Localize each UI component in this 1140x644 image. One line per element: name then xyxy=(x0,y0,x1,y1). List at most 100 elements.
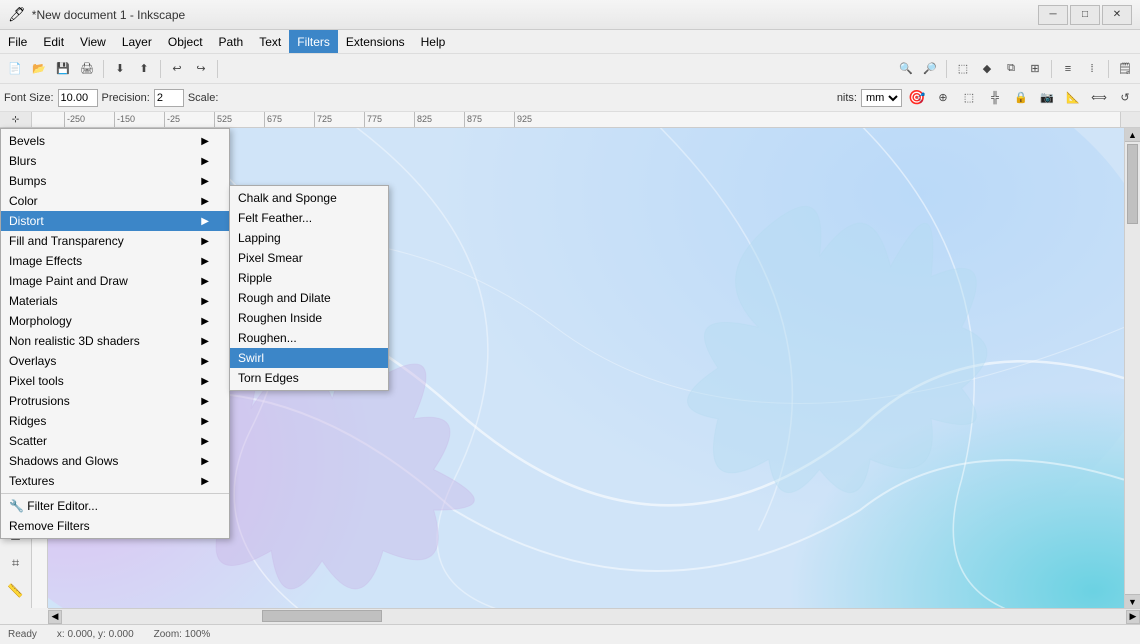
right-scrollbar[interactable]: ▲ ▼ xyxy=(1124,128,1140,608)
menu-image-paint-draw[interactable]: Image Paint and Draw ▶ xyxy=(1,271,229,291)
ruler-tick: 725 xyxy=(314,112,364,127)
import-button[interactable]: ⬇ xyxy=(109,58,131,80)
main-area: ↖ ⬡ 🔍 ▭ ○ ★ ✏ 🖊 ✒ T ▨ 🪣 💉 💨 ◻ ⌗ 📏 -2 0 2… xyxy=(0,128,1140,608)
spiral-button[interactable]: ↺ xyxy=(1114,87,1136,109)
menu-distort[interactable]: Distort ▶ xyxy=(1,211,229,231)
separator-2 xyxy=(160,60,161,78)
xml-button[interactable]: 🗒 xyxy=(1114,58,1136,80)
titlebar-controls: ─ □ ✕ xyxy=(1038,5,1132,25)
filters-dropdown[interactable]: Bevels ▶ Blurs ▶ Bumps ▶ Color ▶ Distort… xyxy=(0,128,230,539)
menu-blurs[interactable]: Blurs ▶ xyxy=(1,151,229,171)
menu-bumps[interactable]: Bumps ▶ xyxy=(1,171,229,191)
nodes-button[interactable]: ◆ xyxy=(976,58,998,80)
camera-button[interactable]: 📷 xyxy=(1036,87,1058,109)
distort-chalk-sponge[interactable]: Chalk and Sponge xyxy=(230,188,388,208)
menu-path[interactable]: Path xyxy=(211,30,252,53)
menu-fill-transparency[interactable]: Fill and Transparency ▶ xyxy=(1,231,229,251)
ruler-tick: 875 xyxy=(464,112,514,127)
precision-input[interactable] xyxy=(154,89,184,107)
scroll-left-button[interactable]: ◀ xyxy=(48,610,62,624)
menu-help[interactable]: Help xyxy=(413,30,454,53)
statusbar: Ready x: 0.000, y: 0.000 Zoom: 100% xyxy=(0,624,1140,644)
snap-guide-button[interactable]: ╬ xyxy=(984,87,1006,109)
app-icon: 🖊 xyxy=(8,6,26,23)
zoom-in-button[interactable]: 🔍 xyxy=(895,58,917,80)
hscroll-thumb[interactable] xyxy=(262,610,382,622)
distort-pixel-smear[interactable]: Pixel Smear xyxy=(230,248,388,268)
menu-overlays[interactable]: Overlays ▶ xyxy=(1,351,229,371)
menu-image-effects[interactable]: Image Effects ▶ xyxy=(1,251,229,271)
distort-lapping[interactable]: Lapping xyxy=(230,228,388,248)
menu-extensions[interactable]: Extensions xyxy=(338,30,413,53)
menu-shadows-glows[interactable]: Shadows and Glows ▶ xyxy=(1,451,229,471)
precision-label: Precision: xyxy=(102,92,150,104)
open-button[interactable]: 📂 xyxy=(28,58,50,80)
distort-roughen[interactable]: Roughen... xyxy=(230,328,388,348)
align-button[interactable]: ≡ xyxy=(1057,58,1079,80)
titlebar-left: 🖊 *New document 1 - Inkscape xyxy=(8,6,185,23)
guide-button[interactable]: ⟺ xyxy=(1088,87,1110,109)
connector-tool[interactable]: ⌗ xyxy=(3,550,29,576)
snap-nodes-button[interactable]: ⊕ xyxy=(932,87,954,109)
print-button[interactable]: 🖨 xyxy=(76,58,98,80)
scroll-track[interactable] xyxy=(1125,142,1140,594)
menu-color[interactable]: Color ▶ xyxy=(1,191,229,211)
zoom-out-button[interactable]: 🔎 xyxy=(919,58,941,80)
menu-scatter[interactable]: Scatter ▶ xyxy=(1,431,229,451)
scroll-thumb[interactable] xyxy=(1127,144,1138,224)
menu-morphology[interactable]: Morphology ▶ xyxy=(1,311,229,331)
scroll-right-button[interactable]: ▶ xyxy=(1126,610,1140,624)
hscroll-track[interactable] xyxy=(62,609,1126,624)
new-button[interactable]: 📄 xyxy=(4,58,26,80)
scroll-up-button[interactable]: ▲ xyxy=(1125,128,1140,142)
menu-protrusions[interactable]: Protrusions ▶ xyxy=(1,391,229,411)
menu-text[interactable]: Text xyxy=(251,30,289,53)
ungroup-button[interactable]: ⊞ xyxy=(1024,58,1046,80)
menu-filter-editor[interactable]: 🔧 Filter Editor... xyxy=(1,496,229,516)
redo-button[interactable]: ↪ xyxy=(190,58,212,80)
snap-button[interactable]: 🎯 xyxy=(906,87,928,109)
save-button[interactable]: 💾 xyxy=(52,58,74,80)
menu-non-realistic[interactable]: Non realistic 3D shaders ▶ xyxy=(1,331,229,351)
menu-file[interactable]: File xyxy=(0,30,35,53)
menu-remove-filters[interactable]: Remove Filters xyxy=(1,516,229,536)
titlebar-title: *New document 1 - Inkscape xyxy=(32,8,185,22)
menu-pixel-tools[interactable]: Pixel tools ▶ xyxy=(1,371,229,391)
horizontal-scrollbar[interactable]: ◀ ▶ xyxy=(48,608,1140,624)
distort-torn-edges[interactable]: Torn Edges xyxy=(230,368,388,388)
close-button[interactable]: ✕ xyxy=(1102,5,1132,25)
distort-submenu[interactable]: Chalk and Sponge Felt Feather... Lapping… xyxy=(229,185,389,391)
menu-layer[interactable]: Layer xyxy=(114,30,160,53)
menu-object[interactable]: Object xyxy=(160,30,211,53)
distribute-button[interactable]: ⁞ xyxy=(1081,58,1103,80)
menu-ridges[interactable]: Ridges ▶ xyxy=(1,411,229,431)
menu-textures[interactable]: Textures ▶ xyxy=(1,471,229,491)
maximize-button[interactable]: □ xyxy=(1070,5,1100,25)
separator-1 xyxy=(103,60,104,78)
distort-roughen-inside[interactable]: Roughen Inside xyxy=(230,308,388,328)
font-size-input[interactable] xyxy=(58,89,98,107)
menu-bevels[interactable]: Bevels ▶ xyxy=(1,131,229,151)
measure-button[interactable]: 📐 xyxy=(1062,87,1084,109)
menu-edit[interactable]: Edit xyxy=(35,30,72,53)
measure-tool[interactable]: 📏 xyxy=(3,578,29,604)
ruler-tick: 825 xyxy=(414,112,464,127)
units-select[interactable]: mm px pt xyxy=(861,89,902,107)
group-button[interactable]: ⧉ xyxy=(1000,58,1022,80)
select-all-button[interactable]: ⬚ xyxy=(952,58,974,80)
menu-filters[interactable]: Filters xyxy=(289,30,338,53)
menu-view[interactable]: View xyxy=(72,30,114,53)
menu-materials[interactable]: Materials ▶ xyxy=(1,291,229,311)
snap-bbox-button[interactable]: ⬚ xyxy=(958,87,980,109)
distort-swirl[interactable]: Swirl xyxy=(230,348,388,368)
ruler-tick: 675 xyxy=(264,112,314,127)
lock-button[interactable]: 🔒 xyxy=(1010,87,1032,109)
ruler-corner-right xyxy=(1120,112,1140,127)
export-button[interactable]: ⬆ xyxy=(133,58,155,80)
distort-felt-feather[interactable]: Felt Feather... xyxy=(230,208,388,228)
minimize-button[interactable]: ─ xyxy=(1038,5,1068,25)
undo-button[interactable]: ↩ xyxy=(166,58,188,80)
distort-ripple[interactable]: Ripple xyxy=(230,268,388,288)
scroll-down-button[interactable]: ▼ xyxy=(1125,594,1140,608)
distort-rough-dilate[interactable]: Rough and Dilate xyxy=(230,288,388,308)
